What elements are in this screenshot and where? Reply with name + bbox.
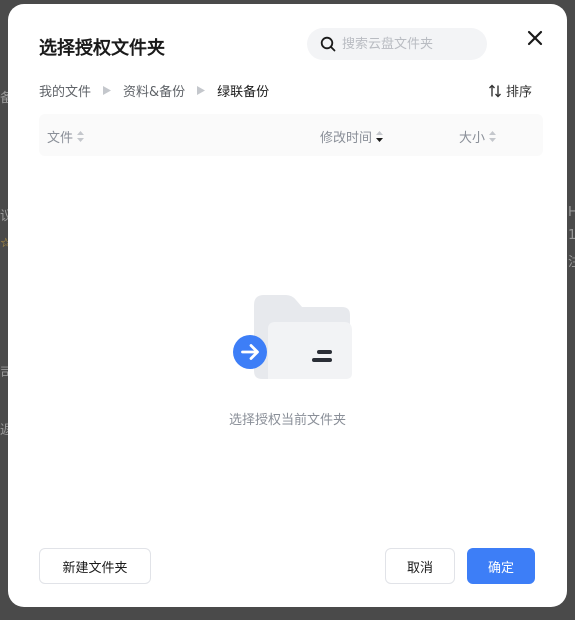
column-header-modified[interactable]: 修改时间	[320, 127, 384, 146]
sort-label: 排序	[506, 85, 533, 100]
breadcrumb-item-backup[interactable]: 资料&备份	[123, 81, 185, 100]
chevron-right-icon	[103, 86, 112, 95]
dialog-title: 选择授权文件夹	[39, 38, 165, 59]
confirm-button[interactable]: 确定	[467, 548, 535, 584]
column-header-size[interactable]: 大小	[459, 127, 497, 146]
sort-icon	[489, 84, 501, 97]
cancel-button[interactable]: 取消	[385, 548, 455, 584]
table-header: 文件 修改时间 大小	[39, 114, 543, 156]
select-folder-dialog: 选择授权文件夹 我的文件 资料&备份 绿联备份 排序 文件	[8, 4, 567, 607]
empty-state-text: 选择授权当前文件夹	[228, 413, 346, 428]
background-fragment: H	[568, 205, 575, 220]
breadcrumb-item-my-files[interactable]: 我的文件	[39, 81, 91, 100]
search-input[interactable]	[340, 35, 474, 53]
new-folder-button[interactable]: 新建文件夹	[39, 548, 151, 584]
search-box[interactable]	[307, 28, 487, 60]
background-fragment: 注	[568, 255, 575, 270]
background-fragment: 1	[568, 228, 575, 243]
search-icon	[320, 36, 336, 52]
column-header-name[interactable]: 文件	[47, 127, 85, 146]
chevron-right-icon	[197, 86, 206, 95]
breadcrumb-item-current: 绿联备份	[217, 85, 270, 100]
column-label: 文件	[47, 131, 74, 146]
breadcrumb: 我的文件 资料&备份 绿联备份	[39, 81, 269, 100]
empty-folder-illustration	[233, 295, 352, 379]
sort-arrows-icon	[77, 131, 85, 142]
column-label: 修改时间	[320, 131, 373, 146]
sort-desc-icon	[376, 131, 384, 142]
close-icon[interactable]	[526, 29, 544, 47]
column-label: 大小	[459, 131, 486, 146]
sort-arrows-icon	[489, 131, 497, 142]
sort-button[interactable]: 排序	[488, 81, 532, 100]
